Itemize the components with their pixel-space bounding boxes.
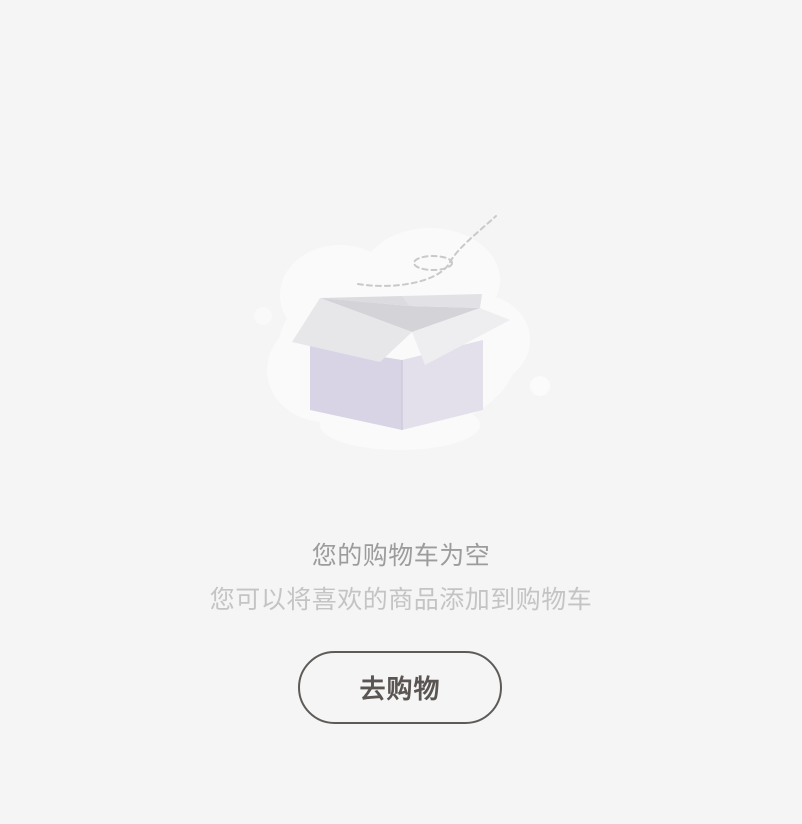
empty-box-icon (254, 215, 550, 450)
empty-cart-subtitle: 您可以将喜欢的商品添加到购物车 (209, 585, 593, 614)
box (292, 294, 510, 430)
empty-cart-title: 您的购物车为空 (311, 541, 491, 570)
empty-cart-state: 您的购物车为空 您可以将喜欢的商品添加到购物车 去购物 (0, 0, 802, 824)
sparkle-dot (530, 376, 550, 396)
sparkle-dot (254, 307, 272, 325)
go-shopping-button[interactable]: 去购物 (298, 651, 502, 724)
go-shopping-label: 去购物 (359, 675, 441, 705)
